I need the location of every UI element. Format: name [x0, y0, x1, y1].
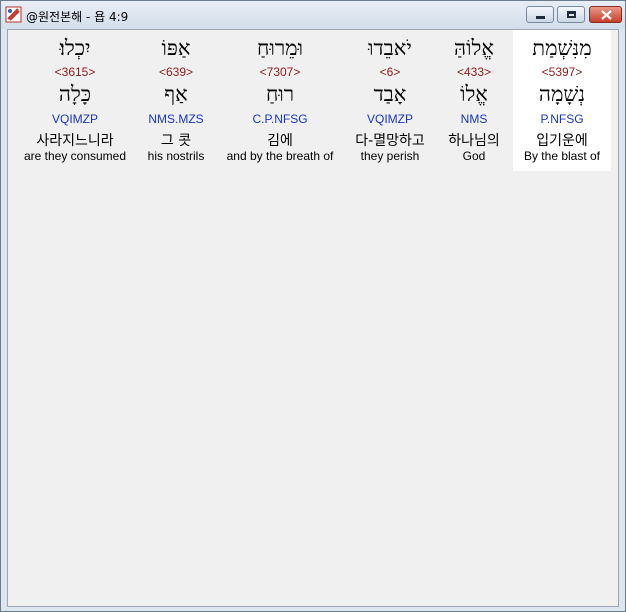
minimize-icon	[536, 16, 545, 19]
strong-number[interactable]: <6>	[345, 65, 435, 79]
parsing-code: NMS.MZS	[148, 112, 204, 126]
interlinear-panel: מִנִּשְׁמַת <5397> נְשָׁמָה P.NFSG 입기운에 …	[7, 29, 619, 607]
hebrew-lemma: רוּחַ	[265, 82, 295, 106]
app-logo-icon	[5, 6, 22, 23]
strong-number[interactable]: <639>	[136, 65, 216, 79]
parsing-code: C.P.NFSG	[252, 112, 308, 126]
word-column-4[interactable]: וּמֵרוּחַ <7307> רוּחַ C.P.NFSG 김에 and b…	[218, 30, 342, 171]
minimize-button[interactable]	[526, 6, 554, 23]
korean-gloss: 다-멸망하고	[355, 133, 425, 149]
word-column-6[interactable]: יִכְלוּ׃ <3615> כָּלָה VQIMZP 사라지느니라 are…	[16, 30, 134, 171]
parsing-code: P.NFSG	[540, 112, 584, 126]
english-gloss: God	[462, 149, 486, 163]
title-bar[interactable]: @원전본해 - 욥 4:9	[1, 1, 625, 29]
hebrew-lemma: נְשָׁמָה	[538, 82, 586, 106]
strong-number[interactable]: <433>	[438, 65, 510, 79]
maximize-button[interactable]	[557, 6, 585, 23]
korean-gloss: 하나님의	[448, 133, 500, 149]
english-gloss: and by the breath of	[226, 149, 334, 163]
close-button[interactable]	[589, 6, 622, 23]
hebrew-lemma: אַף	[164, 82, 188, 106]
app-window: @원전본해 - 욥 4:9 מִנִּשְׁמַת <5397> נְשָׁמָ…	[0, 0, 626, 612]
hebrew-word: מִנִּשְׁמַת	[532, 36, 592, 60]
word-column-3[interactable]: יֹאבֵדוּ <6> אָבַד VQIMZP 다-멸망하고 they pe…	[345, 30, 435, 171]
window-title: @원전본해 - 욥 4:9	[26, 10, 129, 24]
hebrew-lemma: אֱלוֹ	[460, 82, 488, 106]
maximize-icon	[567, 11, 576, 18]
hebrew-word: וּמֵרוּחַ	[257, 36, 303, 60]
english-gloss: his nostrils	[147, 149, 205, 163]
korean-gloss: 입기운에	[536, 133, 588, 149]
hebrew-word: יֹאבֵדוּ	[368, 36, 412, 60]
word-column-2[interactable]: אֱלוֹהַּ <433> אֱלוֹ NMS 하나님의 God	[438, 30, 510, 171]
english-gloss: they perish	[360, 149, 420, 163]
english-gloss: are they consumed	[23, 149, 127, 163]
word-column-5[interactable]: אַפּוֹ <639> אַף NMS.MZS 그 콧 his nostril…	[136, 30, 216, 171]
hebrew-word: אַפּוֹ	[161, 36, 191, 60]
hebrew-lemma: אָבַד	[373, 82, 407, 106]
korean-gloss: 사라지느니라	[36, 133, 114, 149]
parsing-code: NMS	[460, 112, 488, 126]
korean-gloss: 그 콧	[160, 133, 192, 149]
strong-number[interactable]: <3615>	[16, 65, 134, 79]
word-column-1[interactable]: מִנִּשְׁמַת <5397> נְשָׁמָה P.NFSG 입기운에 …	[513, 30, 611, 171]
korean-gloss: 김에	[267, 133, 293, 149]
close-icon	[601, 10, 612, 20]
strong-number[interactable]: <5397>	[513, 65, 611, 79]
parsing-code: VQIMZP	[51, 112, 98, 126]
hebrew-word: יִכְלוּ׃	[59, 36, 91, 60]
parsing-code: VQIMZP	[366, 112, 413, 126]
strong-number[interactable]: <7307>	[218, 65, 342, 79]
english-gloss: By the blast of	[523, 149, 601, 163]
hebrew-word: אֱלוֹהַּ	[454, 36, 494, 60]
hebrew-lemma: כָּלָה	[58, 82, 92, 106]
